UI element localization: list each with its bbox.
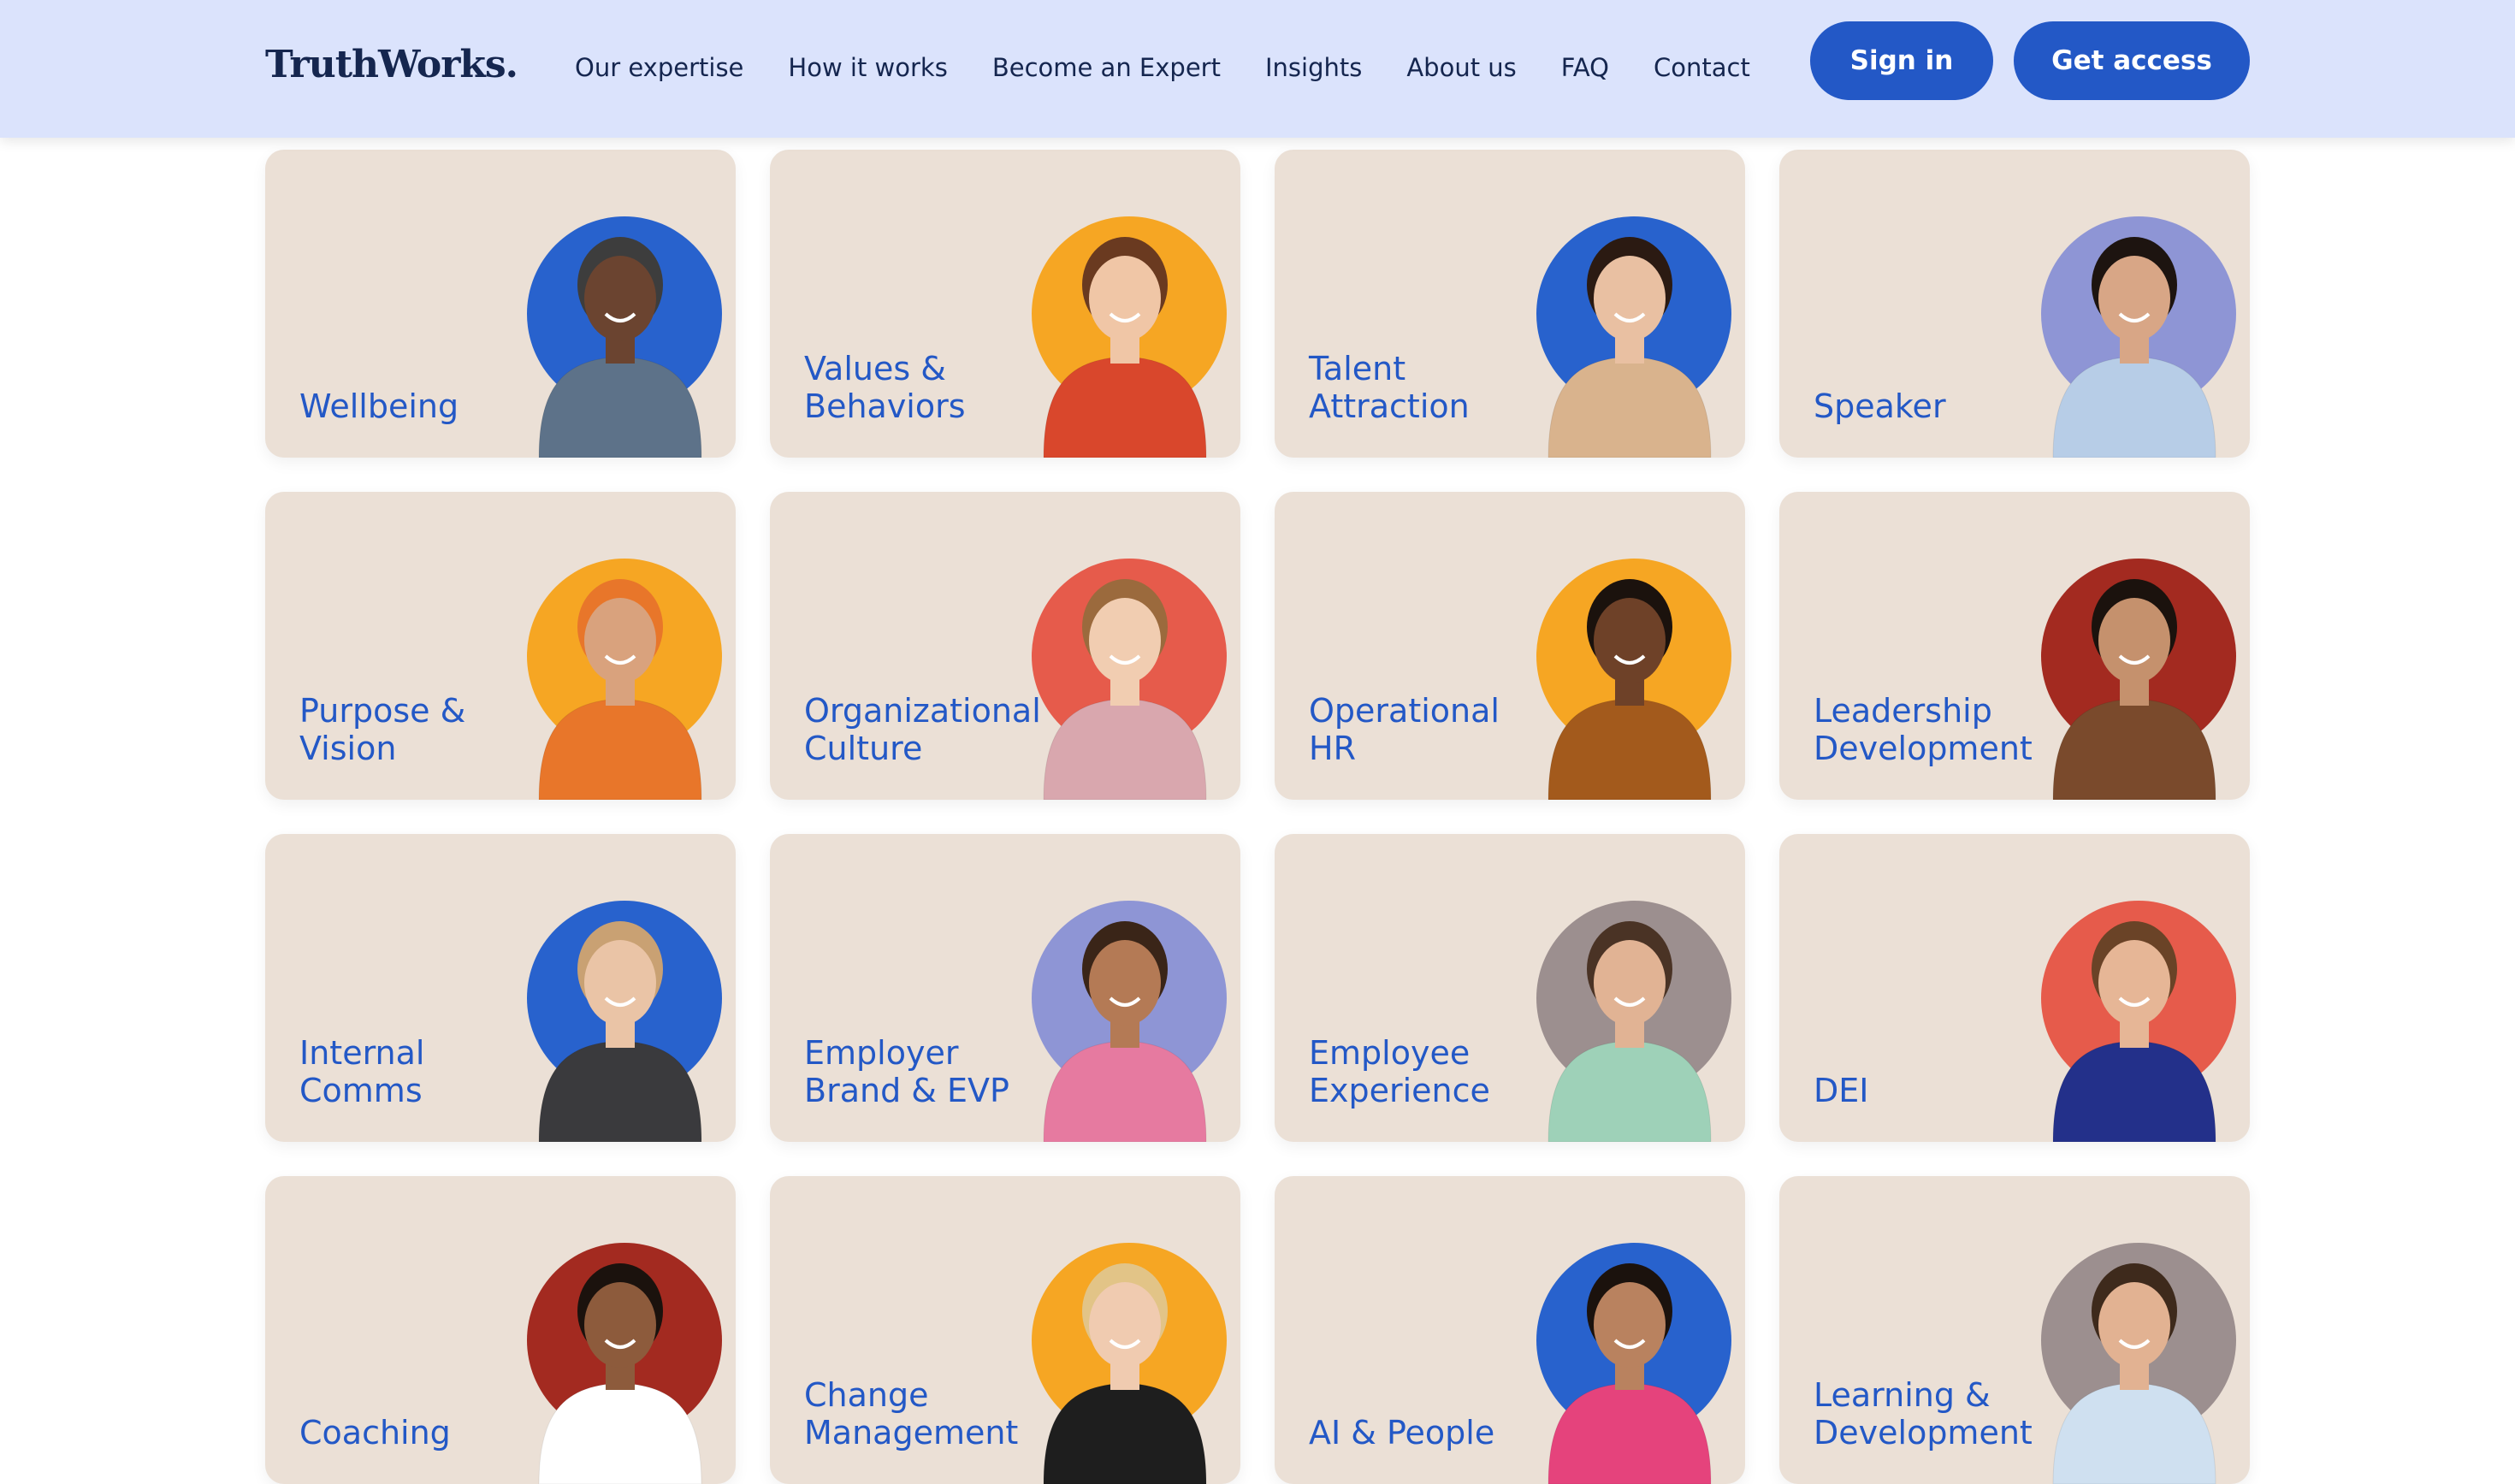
card-label-line: Values &: [804, 350, 946, 387]
expertise-card[interactable]: Purpose & Vision: [265, 492, 736, 800]
nav-insights[interactable]: Insights: [1265, 53, 1362, 82]
expertise-card[interactable]: Change Management: [770, 1176, 1240, 1484]
card-label: Operational HR: [1309, 692, 1500, 767]
expertise-card[interactable]: AI & People: [1275, 1176, 1745, 1484]
person-photo: [1547, 921, 1712, 1142]
card-label-line: DEI: [1814, 1072, 1869, 1109]
sign-in-button[interactable]: Sign in: [1810, 21, 1993, 100]
person-photo: [538, 237, 702, 458]
card-label: Coaching: [299, 1414, 451, 1451]
card-label-line: Attraction: [1309, 387, 1470, 425]
card-label-line: Development: [1814, 1414, 2033, 1451]
card-label: Purpose & Vision: [299, 692, 465, 767]
card-label: Learning & Development: [1814, 1376, 2033, 1451]
person-photo: [1043, 921, 1207, 1142]
expertise-card[interactable]: Employee Experience: [1275, 834, 1745, 1142]
card-label: Change Management: [804, 1376, 1018, 1451]
nav-our-expertise[interactable]: Our expertise: [575, 53, 743, 82]
card-label-line: Change: [804, 1376, 929, 1414]
card-label: Employee Experience: [1309, 1034, 1490, 1109]
nav-about-us[interactable]: About us: [1406, 53, 1516, 82]
card-label-line: Behaviors: [804, 387, 966, 425]
card-label-line: Operational: [1309, 692, 1500, 730]
card-label-line: Learning &: [1814, 1376, 1991, 1414]
card-label-line: Leadership: [1814, 692, 1992, 730]
card-label-line: HR: [1309, 730, 1356, 767]
card-label-line: Purpose &: [299, 692, 466, 730]
card-label-line: AI & People: [1309, 1414, 1495, 1451]
card-label-line: Organizational: [804, 692, 1041, 730]
card-label: Wellbeing: [299, 387, 459, 425]
card-label: Speaker: [1814, 387, 1946, 425]
person-photo: [1043, 1263, 1207, 1484]
person-photo: [1043, 579, 1207, 800]
person-photo: [538, 921, 702, 1142]
expertise-card[interactable]: Internal Comms: [265, 834, 736, 1142]
truthworks-logo[interactable]: TruthWorks.: [265, 43, 518, 86]
card-label-line: Talent: [1309, 350, 1406, 387]
expertise-card[interactable]: Values & Behaviors: [770, 150, 1240, 458]
expertise-card[interactable]: Wellbeing: [265, 150, 736, 458]
person-photo: [2052, 921, 2216, 1142]
expertise-card[interactable]: Leadership Development: [1779, 492, 2250, 800]
card-label: Organizational Culture: [804, 692, 1041, 767]
card-label: Values & Behaviors: [804, 350, 966, 425]
card-label-line: Brand & EVP: [804, 1072, 1009, 1109]
expertise-card[interactable]: Organizational Culture: [770, 492, 1240, 800]
site-header: TruthWorks. Our expertise How it works B…: [0, 0, 2515, 138]
nav-contact[interactable]: Contact: [1654, 53, 1750, 82]
main-nav: Our expertise How it works Become an Exp…: [575, 53, 1795, 82]
nav-faq[interactable]: FAQ: [1561, 53, 1609, 82]
expertise-card[interactable]: Talent Attraction: [1275, 150, 1745, 458]
person-photo: [1547, 579, 1712, 800]
person-photo: [1547, 1263, 1712, 1484]
person-photo: [1043, 237, 1207, 458]
person-photo: [538, 579, 702, 800]
person-photo: [1547, 237, 1712, 458]
card-label-line: Development: [1814, 730, 2033, 767]
card-label: Talent Attraction: [1309, 350, 1470, 425]
card-label: DEI: [1814, 1072, 1868, 1109]
card-label-line: Speaker: [1814, 387, 1946, 425]
card-label-line: Coaching: [299, 1414, 451, 1451]
card-label: Employer Brand & EVP: [804, 1034, 1009, 1109]
nav-become-an-expert[interactable]: Become an Expert: [992, 53, 1221, 82]
card-label-line: Experience: [1309, 1072, 1490, 1109]
expertise-card[interactable]: Learning & Development: [1779, 1176, 2250, 1484]
person-photo: [538, 1263, 702, 1484]
card-label-line: Employee: [1309, 1034, 1471, 1072]
expertise-card[interactable]: Operational HR: [1275, 492, 1745, 800]
card-label-line: Internal: [299, 1034, 425, 1072]
card-label-line: Culture: [804, 730, 923, 767]
expertise-card[interactable]: Employer Brand & EVP: [770, 834, 1240, 1142]
get-access-button[interactable]: Get access: [2014, 21, 2250, 100]
card-label-line: Management: [804, 1414, 1019, 1451]
card-label-line: Vision: [299, 730, 397, 767]
card-label: Internal Comms: [299, 1034, 424, 1109]
card-label: Leadership Development: [1814, 692, 2033, 767]
card-label-line: Wellbeing: [299, 387, 459, 425]
expertise-card[interactable]: DEI: [1779, 834, 2250, 1142]
card-label-line: Employer: [804, 1034, 959, 1072]
expertise-card[interactable]: Coaching: [265, 1176, 736, 1484]
person-photo: [2052, 579, 2216, 800]
person-photo: [2052, 1263, 2216, 1484]
card-label: AI & People: [1309, 1414, 1494, 1451]
nav-how-it-works[interactable]: How it works: [788, 53, 947, 82]
person-photo: [2052, 237, 2216, 458]
expertise-card[interactable]: Speaker: [1779, 150, 2250, 458]
card-label-line: Comms: [299, 1072, 423, 1109]
